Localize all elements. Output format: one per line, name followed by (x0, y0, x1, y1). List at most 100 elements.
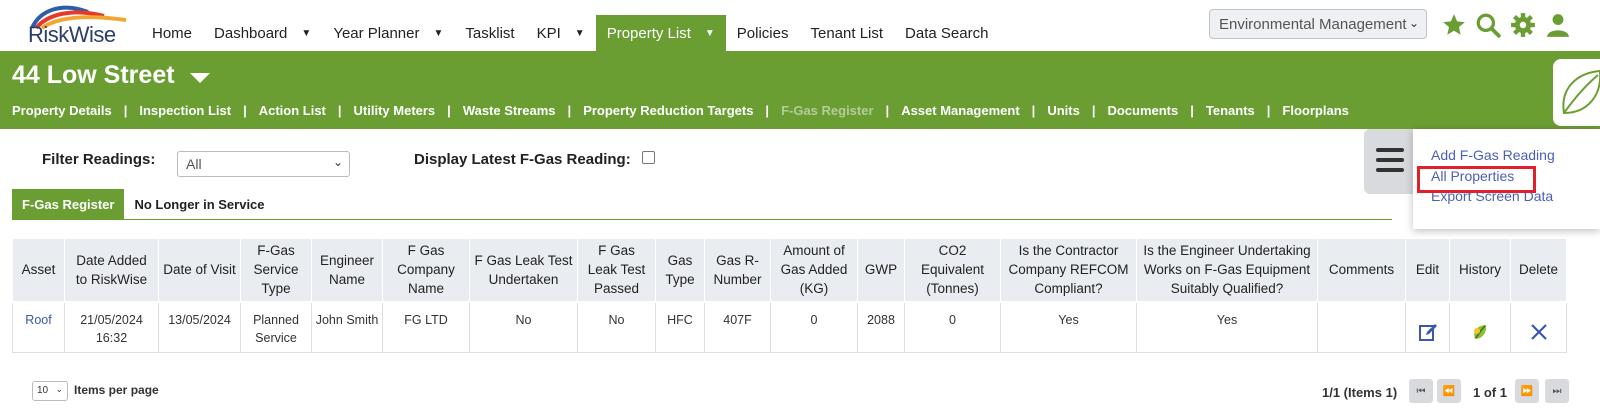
subnav-documents[interactable]: Documents (1095, 103, 1190, 118)
header-leak-test-undertaken[interactable]: F Gas Leak Test Undertaken (469, 238, 578, 303)
cell-company-name: FG LTD (382, 301, 470, 353)
leaf-icon (1562, 69, 1600, 115)
user-icon[interactable] (1545, 12, 1571, 38)
nav-tenant-list[interactable]: Tenant List (799, 15, 894, 51)
history-leaf-icon[interactable] (1472, 323, 1488, 341)
subnav-units[interactable]: Units (1035, 103, 1092, 118)
star-icon[interactable] (1441, 12, 1467, 38)
cell-leak-test-passed: No (577, 301, 656, 353)
header-date-visit[interactable]: Date of Visit (158, 238, 241, 303)
header-asset[interactable]: Asset (12, 238, 65, 303)
subnav-floorplans[interactable]: Floorplans (1270, 103, 1360, 118)
module-select[interactable]: Environmental Management ⌄ (1209, 9, 1427, 39)
header-refcom-compliant[interactable]: Is the Contractor Company REFCOM Complia… (1000, 238, 1137, 303)
nav-home-label: Home (152, 24, 193, 42)
filter-readings-value: All (186, 156, 202, 172)
actions-menu-button[interactable] (1364, 129, 1414, 194)
nav-home[interactable]: Home (141, 15, 203, 51)
logo-text: RiskWise (28, 22, 116, 47)
cell-r-number: 407F (704, 301, 771, 353)
nav-kpi[interactable]: KPI ▼ (526, 15, 596, 51)
prev-page-icon: ⏪ (1442, 385, 1456, 397)
cell-edit (1405, 301, 1450, 353)
header-date-added[interactable]: Date Added to RiskWise (64, 238, 159, 303)
cell-engineer-name: John Smith (311, 301, 383, 353)
cell-gwp: 2088 (857, 301, 905, 353)
header-leak-test-passed[interactable]: F Gas Leak Test Passed (577, 238, 656, 303)
header-amount-added[interactable]: Amount of Gas Added (KG) (770, 238, 858, 303)
subnav-f-gas-register[interactable]: F-Gas Register (769, 103, 885, 118)
search-icon[interactable] (1475, 12, 1501, 38)
property-header: 44 Low Street Property Details | Inspecti… (0, 51, 1600, 129)
items-per-page-select[interactable]: 10 ⌄ (32, 381, 68, 401)
caret-down-icon: ▼ (301, 27, 312, 39)
subnav-asset-management[interactable]: Asset Management (889, 103, 1031, 118)
nav-property-list-label: Property List (606, 24, 691, 42)
pager-info: 1/1 (Items 1) (1322, 385, 1398, 400)
hamburger-icon (1376, 148, 1404, 152)
next-page-button[interactable]: ⏩ (1515, 379, 1539, 403)
page-count: 1 of 1 (1473, 385, 1507, 400)
gear-icon[interactable] (1510, 12, 1536, 38)
header-comments[interactable]: Comments (1317, 238, 1406, 303)
environment-badge[interactable] (1553, 59, 1600, 126)
cell-delete (1510, 301, 1567, 353)
cell-amount-added: 0 (770, 301, 858, 353)
first-page-button[interactable]: ⏮ (1409, 379, 1433, 403)
cell-date-visit: 13/05/2024 (158, 301, 241, 353)
nav-dashboard[interactable]: Dashboard ▼ (203, 15, 322, 51)
subnav-action-list[interactable]: Action List (247, 103, 338, 118)
caret-down-icon[interactable] (190, 73, 210, 83)
subnav-property-details[interactable]: Property Details (0, 103, 124, 118)
first-page-icon: ⏮ (1416, 385, 1426, 397)
subnav-tenants[interactable]: Tenants (1194, 103, 1267, 118)
cell-engineer-qualified: Yes (1136, 301, 1318, 353)
hamburger-icon (1376, 168, 1404, 172)
subnav-property-reduction-targets[interactable]: Property Reduction Targets (571, 103, 765, 118)
nav-property-list[interactable]: Property List ▼ (595, 15, 726, 51)
close-icon[interactable] (1529, 322, 1549, 342)
subnav-utility-meters[interactable]: Utility Meters (342, 103, 448, 118)
nav-data-search[interactable]: Data Search (894, 15, 999, 51)
nav-policies[interactable]: Policies (726, 15, 800, 51)
cell-asset-link[interactable]: Roof (12, 301, 65, 353)
header-co2-equivalent[interactable]: CO2 Equivalent (Tonnes) (904, 238, 1001, 303)
cell-leak-test-undertaken: No (469, 301, 578, 353)
last-page-button[interactable]: ⏭ (1545, 379, 1569, 403)
filter-readings-select[interactable]: All ⌄ (177, 151, 350, 177)
items-per-page-value: 10 (37, 385, 49, 396)
nav-tasklist[interactable]: Tasklist (454, 15, 525, 51)
property-title[interactable]: 44 Low Street (12, 61, 175, 90)
nav-kpi-label: KPI (536, 24, 561, 42)
tab-underline (12, 219, 1392, 220)
edit-icon[interactable] (1418, 322, 1438, 342)
display-latest-checkbox[interactable] (642, 151, 655, 164)
register-tabs: F-Gas Register No Longer in Service (12, 189, 275, 219)
tab-no-longer-in-service[interactable]: No Longer in Service (124, 189, 274, 219)
subnav-waste-streams[interactable]: Waste Streams (451, 103, 568, 118)
menu-add-f-gas-reading[interactable]: Add F-Gas Reading (1431, 147, 1555, 163)
header-service-type[interactable]: F-Gas Service Type (240, 238, 312, 303)
riskwise-logo[interactable]: RiskWise (26, 4, 136, 48)
nav-year-planner[interactable]: Year Planner ▼ (322, 15, 454, 51)
subnav-inspection-list[interactable]: Inspection List (127, 103, 243, 118)
header-engineer-name[interactable]: Engineer Name (311, 238, 383, 303)
property-subnav: Property Details | Inspection List | Actio… (0, 103, 1361, 118)
cell-co2-equivalent: 0 (904, 301, 1001, 353)
prev-page-button[interactable]: ⏪ (1437, 379, 1461, 403)
header-r-number[interactable]: Gas R-Number (704, 238, 771, 303)
tab-f-gas-register[interactable]: F-Gas Register (12, 189, 125, 219)
f-gas-table: Asset Date Added to RiskWise Date of Vis… (12, 238, 1567, 353)
header-company-name[interactable]: F Gas Company Name (382, 238, 470, 303)
caret-down-icon: ▼ (704, 27, 715, 39)
hamburger-icon (1376, 158, 1404, 162)
header-gas-type[interactable]: Gas Type (655, 238, 705, 303)
header-edit: Edit (1405, 238, 1450, 303)
highlight-box (1417, 166, 1536, 193)
header-engineer-qualified[interactable]: Is the Engineer Undertaking Works on F-G… (1136, 238, 1318, 303)
header-gwp[interactable]: GWP (857, 238, 905, 303)
last-page-icon: ⏭ (1552, 385, 1562, 397)
cell-gas-type: HFC (655, 301, 705, 353)
nav-data-search-label: Data Search (905, 24, 989, 42)
cell-date-added: 21/05/2024 16:32 (64, 301, 159, 353)
